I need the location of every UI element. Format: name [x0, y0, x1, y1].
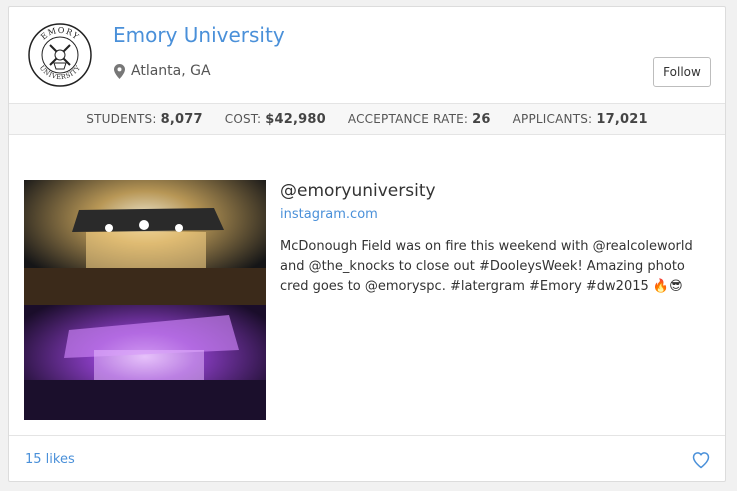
follow-button[interactable]: Follow	[653, 57, 711, 87]
location-text: Atlanta, GA	[131, 63, 211, 79]
post-source-link[interactable]: instagram.com	[280, 207, 378, 222]
location: Atlanta, GA	[114, 63, 211, 79]
stats-bar: STUDENTS: 8,077 COST: $42,980 ACCEPTANCE…	[9, 103, 725, 135]
college-card: EMORY UNIVERSITY Emory University Atlant…	[8, 6, 726, 482]
card-footer: 15 likes	[9, 436, 725, 484]
map-marker-icon	[114, 63, 125, 79]
stat-students: STUDENTS: 8,077	[86, 111, 203, 127]
post-handle: @emoryuniversity	[280, 181, 436, 201]
emory-seal-icon: EMORY UNIVERSITY	[28, 23, 92, 87]
stat-cost: COST: $42,980	[224, 111, 326, 127]
likes-count-link[interactable]: 15 likes	[25, 452, 75, 467]
heart-icon[interactable]	[691, 450, 711, 470]
stat-acceptance-rate: ACCEPTANCE RATE: 26	[347, 111, 491, 127]
post-caption: McDonough Field was on fire this weekend…	[280, 239, 693, 294]
concert-photo[interactable]	[24, 180, 266, 420]
college-name-link[interactable]: Emory University	[113, 23, 285, 47]
social-post: @emoryuniversity instagram.com McDonough…	[9, 135, 725, 436]
card-header: EMORY UNIVERSITY Emory University Atlant…	[9, 7, 725, 103]
stat-applicants: APPLICANTS: 17,021	[512, 111, 648, 127]
